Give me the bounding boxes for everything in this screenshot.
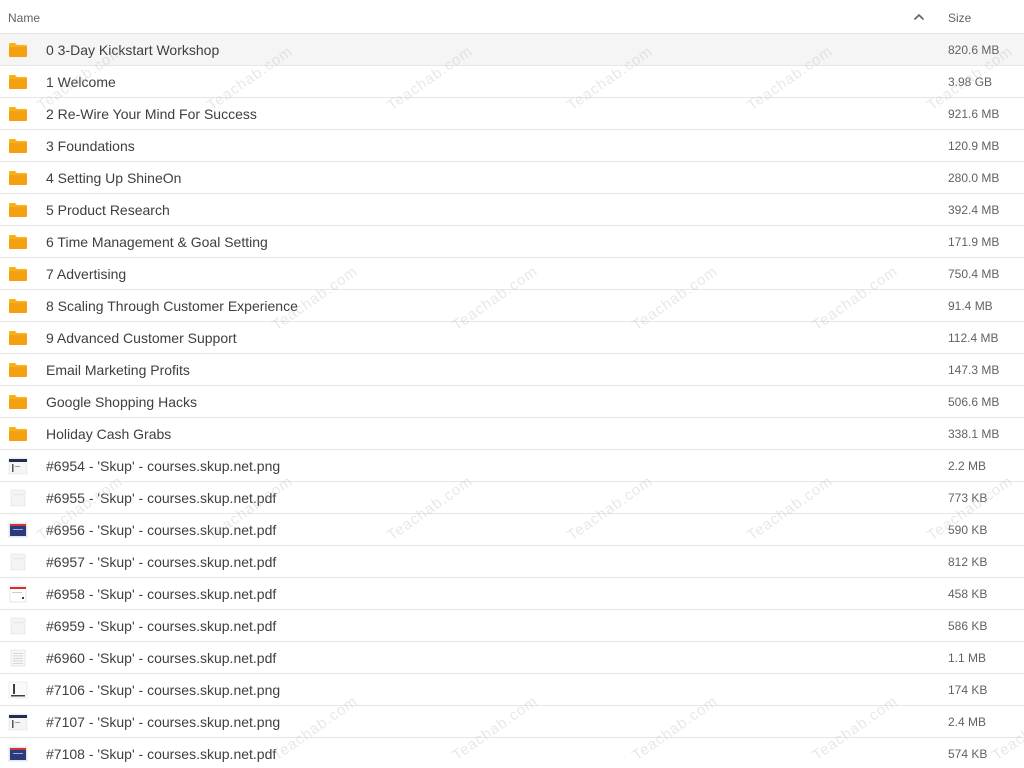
folder-icon [9,395,27,409]
file-row[interactable]: #7106 - 'Skup' - courses.skup.net.png 174… [0,674,1024,706]
item-size: 392.4 MB [948,203,1000,217]
item-size: 820.6 MB [948,43,1000,57]
folder-icon [9,139,27,153]
folder-row[interactable]: 7 Advertising 750.4 MB [0,258,1024,290]
item-size: 280.0 MB [948,171,1000,185]
column-header-row: Name Size [0,0,1024,34]
folder-icon [9,75,27,89]
item-size: 586 KB [948,619,988,633]
item-size: 506.6 MB [948,395,1000,409]
file-row[interactable]: #6959 - 'Skup' - courses.skup.net.pdf 586… [0,610,1024,642]
item-size: 812 KB [948,555,988,569]
item-size: 112.4 MB [948,331,999,345]
item-name[interactable]: 3 Foundations [46,138,135,154]
item-size: 458 KB [948,587,988,601]
folder-row[interactable]: 6 Time Management & Goal Setting 171.9 MB [0,226,1024,258]
pdf-thumbnail-icon [10,553,26,571]
size-column-header[interactable]: Size [948,11,971,25]
file-row[interactable]: #6958 - 'Skup' - courses.skup.net.pdf 458… [0,578,1024,610]
item-name[interactable]: 9 Advanced Customer Support [46,330,237,346]
folder-row[interactable]: 5 Product Research 392.4 MB [0,194,1024,226]
item-size: 590 KB [948,523,988,537]
item-size: 120.9 MB [948,139,1000,153]
item-name[interactable]: 0 3-Day Kickstart Workshop [46,42,219,58]
item-size: 1.1 MB [948,651,987,665]
folder-row[interactable]: 9 Advanced Customer Support 112.4 MB [0,322,1024,354]
item-name[interactable]: 2 Re-Wire Your Mind For Success [46,106,257,122]
item-size: 91.4 MB [948,299,993,313]
item-name[interactable]: Holiday Cash Grabs [46,426,171,442]
file-row[interactable]: #6954 - 'Skup' - courses.skup.net.png 2.2… [0,450,1024,482]
item-name[interactable]: #6954 - 'Skup' - courses.skup.net.png [46,458,280,474]
image-thumbnail-icon [8,457,28,475]
item-name[interactable]: #6957 - 'Skup' - courses.skup.net.pdf [46,554,276,570]
file-row[interactable]: #6955 - 'Skup' - courses.skup.net.pdf 773… [0,482,1024,514]
item-size: 921.6 MB [948,107,1000,121]
item-name[interactable]: 1 Welcome [46,74,116,90]
file-row[interactable]: #6956 - 'Skup' - courses.skup.net.pdf 590… [0,514,1024,546]
folder-row[interactable]: 3 Foundations 120.9 MB [0,130,1024,162]
pdf-thumbnail-icon [10,649,26,667]
folder-icon [9,107,27,121]
image-thumbnail-icon [8,713,28,731]
file-rows: 0 3-Day Kickstart Workshop 820.6 MB 1 Welc… [0,34,1024,768]
folder-icon [9,331,27,345]
folder-icon [9,43,27,57]
item-name[interactable]: Google Shopping Hacks [46,394,197,410]
folder-icon [9,203,27,217]
folder-row[interactable]: Google Shopping Hacks 506.6 MB [0,386,1024,418]
file-row[interactable]: #7107 - 'Skup' - courses.skup.net.png 2.4… [0,706,1024,738]
item-name[interactable]: #7108 - 'Skup' - courses.skup.net.pdf [46,746,276,762]
folder-icon [9,427,27,441]
item-size: 2.2 MB [948,459,987,473]
item-size: 2.4 MB [948,715,987,729]
item-name[interactable]: #6955 - 'Skup' - courses.skup.net.pdf [46,490,276,506]
item-name[interactable]: 5 Product Research [46,202,170,218]
item-size: 3.98 GB [948,75,993,89]
folder-row[interactable]: 2 Re-Wire Your Mind For Success 921.6 MB [0,98,1024,130]
chevron-up-icon[interactable] [913,12,925,22]
pdf-thumbnail-icon [10,489,26,507]
folder-row[interactable]: 4 Setting Up ShineOn 280.0 MB [0,162,1024,194]
item-name[interactable]: 7 Advertising [46,266,126,282]
item-name[interactable]: #6958 - 'Skup' - courses.skup.net.pdf [46,586,276,602]
image-thumbnail-icon [8,681,28,699]
name-column-header[interactable]: Name [8,11,40,25]
file-row[interactable]: #6960 - 'Skup' - courses.skup.net.pdf 1.1… [0,642,1024,674]
folder-icon [9,235,27,249]
item-size: 338.1 MB [948,427,1000,441]
pdf-thumbnail-icon [9,585,27,603]
item-size: 171.9 MB [948,235,1000,249]
item-size: 147.3 MB [948,363,1000,377]
item-name[interactable]: #7106 - 'Skup' - courses.skup.net.png [46,682,280,698]
pdf-thumbnail-icon [8,746,28,762]
pdf-thumbnail-icon [8,522,28,538]
file-row[interactable]: #6957 - 'Skup' - courses.skup.net.pdf 812… [0,546,1024,578]
folder-icon [9,363,27,377]
item-name[interactable]: #6956 - 'Skup' - courses.skup.net.pdf [46,522,276,538]
folder-row[interactable]: 0 3-Day Kickstart Workshop 820.6 MB [0,34,1024,66]
folder-icon [9,267,27,281]
item-name[interactable]: 6 Time Management & Goal Setting [46,234,268,250]
item-name[interactable]: #6960 - 'Skup' - courses.skup.net.pdf [46,650,276,666]
item-size: 174 KB [948,683,988,697]
folder-row[interactable]: Email Marketing Profits 147.3 MB [0,354,1024,386]
folder-icon [9,299,27,313]
item-size: 750.4 MB [948,267,1000,281]
file-row[interactable]: #7108 - 'Skup' - courses.skup.net.pdf 574… [0,738,1024,768]
folder-row[interactable]: 1 Welcome 3.98 GB [0,66,1024,98]
folder-icon [9,171,27,185]
pdf-thumbnail-icon [10,617,26,635]
item-name[interactable]: 4 Setting Up ShineOn [46,170,181,186]
item-name[interactable]: Email Marketing Profits [46,362,190,378]
item-size: 773 KB [948,491,988,505]
item-name[interactable]: 8 Scaling Through Customer Experience [46,298,298,314]
file-list: Name Size 0 3-Day Kickstart Workshop 820.… [0,0,1024,768]
folder-row[interactable]: Holiday Cash Grabs 338.1 MB [0,418,1024,450]
item-name[interactable]: #7107 - 'Skup' - courses.skup.net.png [46,714,280,730]
folder-row[interactable]: 8 Scaling Through Customer Experience 91.… [0,290,1024,322]
item-size: 574 KB [948,747,988,761]
item-name[interactable]: #6959 - 'Skup' - courses.skup.net.pdf [46,618,276,634]
